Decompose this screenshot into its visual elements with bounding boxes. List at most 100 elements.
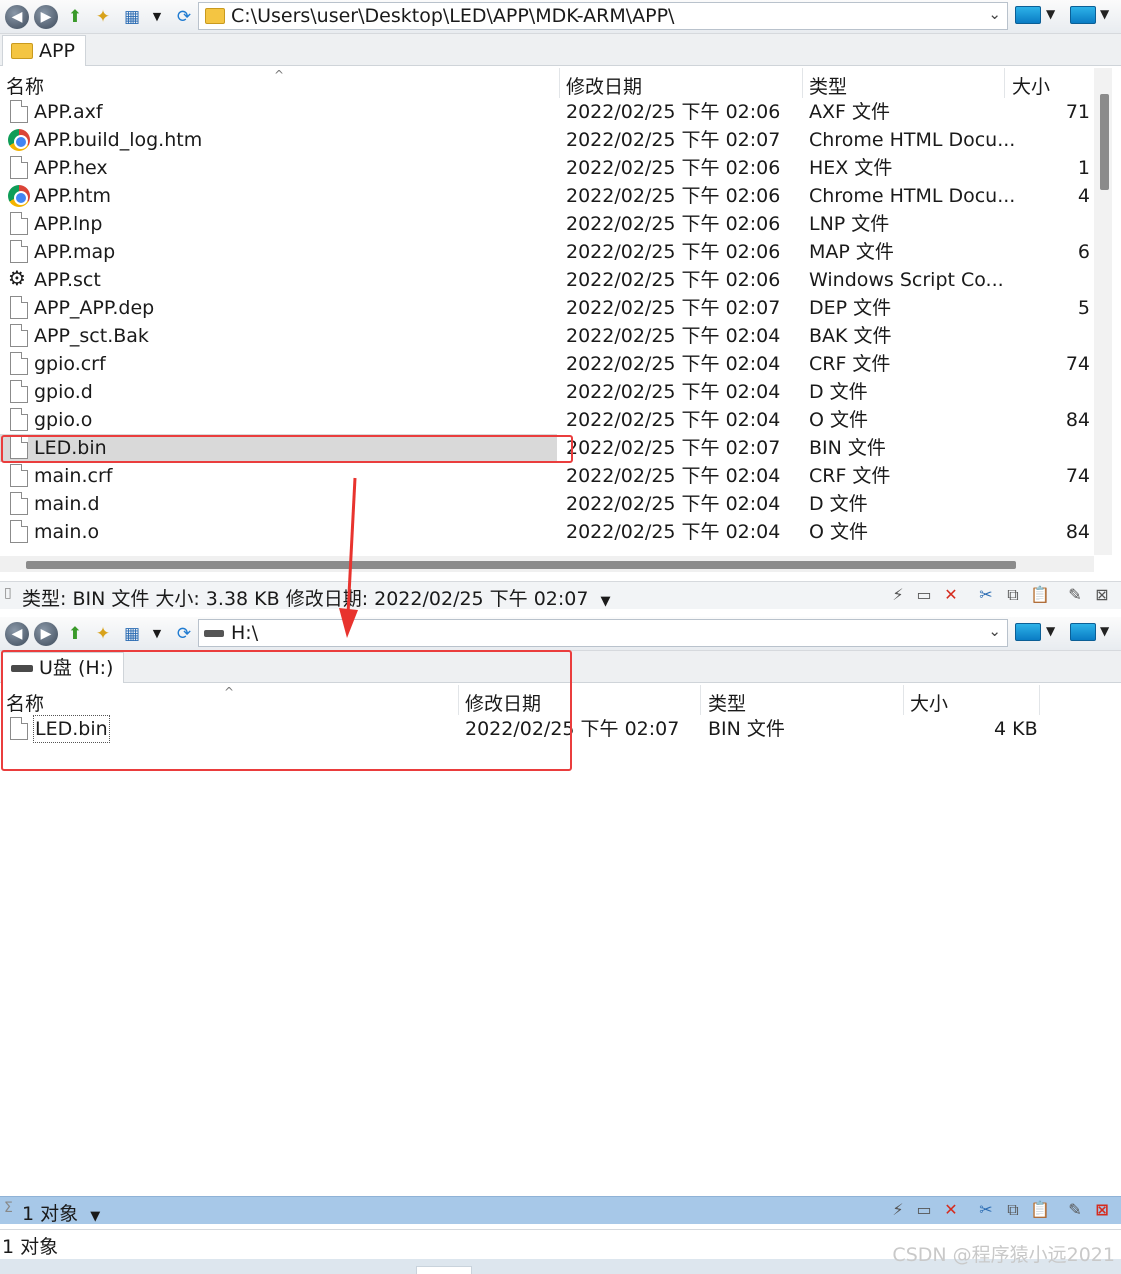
table-row[interactable]: APP.build_log.htm 2022/02/25 下午 02:07 Chro… xyxy=(0,126,1090,154)
address-text[interactable]: H:\ xyxy=(231,622,258,644)
rename-icon[interactable]: ▭ xyxy=(914,585,934,605)
table-row[interactable]: main.crf 2022/02/25 下午 02:04 CRF 文件 74 xyxy=(0,462,1090,490)
status-text: 1 对象 ▼ xyxy=(22,1199,100,1226)
column-divider[interactable] xyxy=(700,685,701,715)
pane-toggle-dropdown-icon[interactable]: ▼ xyxy=(1046,624,1055,638)
file-name[interactable]: main.crf xyxy=(34,463,112,489)
pane-toggle-dropdown-icon[interactable]: ▼ xyxy=(1046,7,1055,21)
column-size[interactable]: 大小 xyxy=(1012,72,1050,99)
back-icon[interactable]: ◀ xyxy=(5,5,29,29)
column-date[interactable]: 修改日期 xyxy=(566,72,642,99)
table-row[interactable]: gpio.crf 2022/02/25 下午 02:04 CRF 文件 74 xyxy=(0,350,1090,378)
back-icon[interactable]: ◀ xyxy=(5,622,29,646)
column-size[interactable]: 大小 xyxy=(910,689,948,716)
refresh-icon[interactable]: ⟳ xyxy=(172,622,196,646)
rename-icon[interactable]: ▭ xyxy=(914,1200,934,1220)
monitor-icon[interactable] xyxy=(1070,6,1096,24)
lightning-icon[interactable]: ⚡ xyxy=(888,1200,908,1220)
view-dropdown-icon[interactable]: ▼ xyxy=(145,622,169,646)
file-name[interactable]: gpio.d xyxy=(34,379,93,405)
new-folder-icon[interactable]: ✦ xyxy=(91,622,115,646)
address-dropdown-icon[interactable]: ⌄ xyxy=(988,5,1001,23)
watermark: CSDN @程序猿小远2021 xyxy=(892,1244,1115,1266)
table-row[interactable]: APP.hex 2022/02/25 下午 02:06 HEX 文件 1 xyxy=(0,154,1090,182)
file-size: 71 xyxy=(1065,101,1090,123)
file-name[interactable]: APP.hex xyxy=(34,155,108,181)
column-name[interactable]: 名称 xyxy=(6,72,44,99)
file-name[interactable]: APP_APP.dep xyxy=(34,295,154,321)
table-row[interactable]: APP_APP.dep 2022/02/25 下午 02:07 DEP 文件 5 xyxy=(0,294,1090,322)
status-dropdown-icon[interactable]: ▼ xyxy=(90,1209,100,1224)
column-divider[interactable] xyxy=(802,68,803,98)
delete-icon[interactable]: ✕ xyxy=(941,1200,961,1220)
up-folder-icon[interactable]: ⬆ xyxy=(63,5,87,29)
lightning-icon[interactable]: ⚡ xyxy=(888,585,908,605)
pane-toggle-icon[interactable] xyxy=(1015,6,1041,24)
column-divider[interactable] xyxy=(903,685,904,715)
monitor-dropdown-icon[interactable]: ▼ xyxy=(1100,7,1109,21)
new-folder-icon[interactable]: ✦ xyxy=(91,5,115,29)
cut-icon[interactable]: ✂ xyxy=(976,585,996,605)
tab-app[interactable]: APP xyxy=(2,35,86,66)
file-name[interactable]: APP_sct.Bak xyxy=(34,323,149,349)
file-name[interactable]: APP.axf xyxy=(34,99,103,125)
up-folder-icon[interactable]: ⬆ xyxy=(63,622,87,646)
taskbar-tab[interactable] xyxy=(416,1266,472,1274)
delete-icon[interactable]: ✕ xyxy=(941,585,961,605)
file-name[interactable]: APP.sct xyxy=(34,267,101,293)
scroll-thumb[interactable] xyxy=(1100,94,1109,190)
table-row[interactable]: APP.lnp 2022/02/25 下午 02:06 LNP 文件 xyxy=(0,210,1090,238)
file-name[interactable]: APP.map xyxy=(34,239,115,265)
monitor-dropdown-icon[interactable]: ▼ xyxy=(1100,624,1109,638)
file-name[interactable]: APP.htm xyxy=(34,183,111,209)
table-row[interactable]: APP.axf 2022/02/25 下午 02:06 AXF 文件 71 xyxy=(0,98,1090,126)
status-dropdown-icon[interactable]: ▼ xyxy=(601,594,611,609)
column-divider[interactable] xyxy=(559,68,560,98)
monitor-icon[interactable] xyxy=(1070,623,1096,641)
view-grid-icon[interactable]: ▦ xyxy=(120,5,144,29)
copy-icon[interactable]: ⧉ xyxy=(1003,1200,1023,1220)
table-row[interactable]: APP.map 2022/02/25 下午 02:06 MAP 文件 6 xyxy=(0,238,1090,266)
forward-icon[interactable]: ▶ xyxy=(34,5,58,29)
file-type: LNP 文件 xyxy=(809,213,890,235)
refresh-icon[interactable]: ⟳ xyxy=(172,5,196,29)
address-bar[interactable]: C:\Users\user\Desktop\LED\APP\MDK-ARM\AP… xyxy=(198,2,1008,30)
table-row[interactable]: main.d 2022/02/25 下午 02:04 D 文件 xyxy=(0,490,1090,518)
table-row[interactable]: ⚙ APP.sct 2022/02/25 下午 02:06 Windows Scrip… xyxy=(0,266,1090,294)
table-row[interactable]: gpio.d 2022/02/25 下午 02:04 D 文件 xyxy=(0,378,1090,406)
edit-icon[interactable]: ✎ xyxy=(1065,585,1085,605)
column-divider[interactable] xyxy=(1039,685,1040,715)
paste-icon[interactable]: 📋 xyxy=(1030,1200,1050,1220)
view-dropdown-icon[interactable]: ▼ xyxy=(145,5,169,29)
table-row-partial[interactable] xyxy=(0,546,1090,553)
file-name[interactable]: gpio.o xyxy=(34,407,92,433)
address-dropdown-icon[interactable]: ⌄ xyxy=(988,622,1001,640)
address-text[interactable]: C:\Users\user\Desktop\LED\APP\MDK-ARM\AP… xyxy=(231,5,674,27)
column-type[interactable]: 类型 xyxy=(708,689,746,716)
column-type[interactable]: 类型 xyxy=(809,72,847,99)
view-grid-icon[interactable]: ▦ xyxy=(120,622,144,646)
cut-icon[interactable]: ✂ xyxy=(976,1200,996,1220)
table-row[interactable]: APP.htm 2022/02/25 下午 02:06 Chrome HTML Do… xyxy=(0,182,1090,210)
file-name[interactable]: APP.lnp xyxy=(34,211,102,237)
edit-icon[interactable]: ✎ xyxy=(1065,1200,1085,1220)
table-row[interactable]: main.o 2022/02/25 下午 02:04 O 文件 84 xyxy=(0,518,1090,546)
close-pane-icon[interactable]: ⊠ xyxy=(1092,1200,1112,1220)
object-count: 1 对象 xyxy=(2,1236,59,1258)
file-name[interactable]: main.d xyxy=(34,491,100,517)
scroll-thumb[interactable] xyxy=(26,561,1016,569)
table-row[interactable]: gpio.o 2022/02/25 下午 02:04 O 文件 84 xyxy=(0,406,1090,434)
column-divider[interactable] xyxy=(1004,68,1005,98)
copy-icon[interactable]: ⧉ xyxy=(1003,585,1023,605)
top-horizontal-scrollbar[interactable] xyxy=(0,556,1094,572)
file-name[interactable]: APP.build_log.htm xyxy=(34,127,202,153)
close-pane-icon[interactable]: ⊠ xyxy=(1092,585,1112,605)
file-name[interactable]: main.o xyxy=(34,519,99,545)
top-vertical-scrollbar[interactable] xyxy=(1094,68,1112,555)
address-bar[interactable]: H:\ ⌄ xyxy=(198,619,1008,647)
paste-icon[interactable]: 📋 xyxy=(1030,585,1050,605)
file-name[interactable]: gpio.crf xyxy=(34,351,106,377)
table-row[interactable]: APP_sct.Bak 2022/02/25 下午 02:04 BAK 文件 xyxy=(0,322,1090,350)
forward-icon[interactable]: ▶ xyxy=(34,622,58,646)
pane-toggle-icon[interactable] xyxy=(1015,623,1041,641)
